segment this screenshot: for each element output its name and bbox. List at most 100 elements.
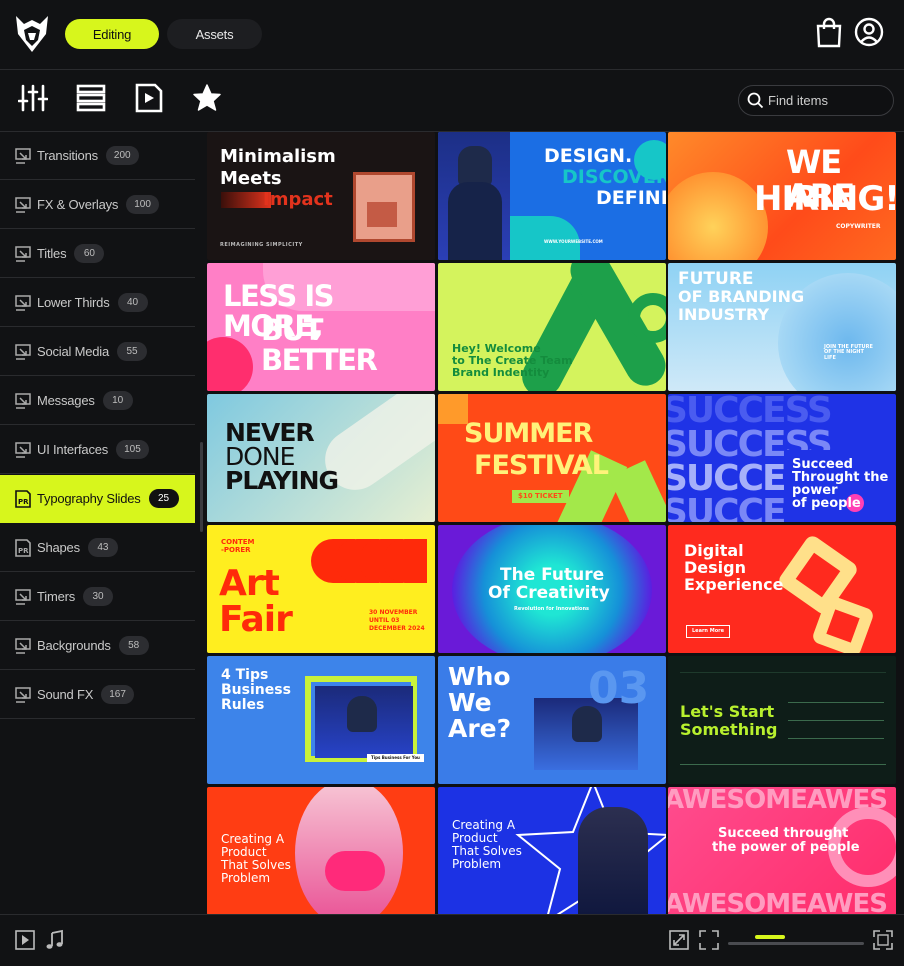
card-title-line: -PORER bbox=[221, 546, 251, 554]
count-badge: 60 bbox=[74, 244, 105, 263]
template-card-future-creativity[interactable]: The Future Of Creativity Revolution for … bbox=[438, 525, 666, 653]
star-icon[interactable] bbox=[192, 83, 222, 113]
card-title-line: Something bbox=[680, 720, 778, 739]
count-badge: 55 bbox=[117, 342, 148, 361]
template-card-who-we-are[interactable]: 03 Who We Are? bbox=[438, 656, 666, 784]
template-card-lets-start[interactable]: Let's Start Something bbox=[668, 656, 896, 784]
template-card-creating-product-blue[interactable]: Creating A Product That Solves Problem bbox=[438, 787, 666, 914]
template-card-design-discover[interactable]: DESIGN. DISCOVER. DEFINE. WWW.YOURWEBSIT… bbox=[438, 132, 666, 260]
card-subtitle: Learn More bbox=[686, 625, 730, 639]
count-badge: 10 bbox=[102, 391, 133, 410]
card-title-line: BUT BETTER bbox=[261, 313, 378, 378]
sidebar-item-social-media[interactable]: Social Media 55 bbox=[0, 328, 195, 376]
play-document-icon[interactable] bbox=[134, 83, 164, 113]
category-icon bbox=[15, 245, 31, 262]
card-title-line: INDUSTRY bbox=[678, 305, 770, 324]
template-card-minimalism[interactable]: Minimalism Meets Impact REIMAGINING SIMP… bbox=[207, 132, 435, 260]
card-title-line: OF BRANDING bbox=[678, 287, 805, 306]
template-card-awesome[interactable]: AWESOMEAWES AWESOMEAWES Succeed throught… bbox=[668, 787, 896, 914]
card-title-line: DESIGN. bbox=[544, 145, 633, 167]
card-bg-number: 03 bbox=[588, 663, 650, 714]
sidebar-item-sound-fx[interactable]: Sound FX 167 bbox=[0, 671, 195, 719]
music-note-icon[interactable] bbox=[44, 929, 66, 951]
sidebar-item-titles[interactable]: Titles 60 bbox=[0, 230, 195, 278]
card-title-line: Let's Start bbox=[680, 702, 775, 721]
template-card-creating-product-orange[interactable]: Creating A Product That Solves Problem bbox=[207, 787, 435, 914]
count-badge: 167 bbox=[101, 685, 134, 704]
card-title-line: That Solves bbox=[452, 844, 522, 858]
count-badge: 25 bbox=[148, 489, 179, 508]
shopping-bag-icon[interactable] bbox=[814, 16, 844, 48]
category-icon bbox=[15, 392, 31, 409]
category-icon bbox=[15, 294, 31, 311]
sidebar-item-fx-overlays[interactable]: FX & Overlays 100 bbox=[0, 181, 195, 229]
template-card-branding[interactable]: FUTURE OF BRANDING INDUSTRY JOIN THE FUT… bbox=[668, 263, 896, 391]
template-card-never-done[interactable]: NEVER DONE PLAYING bbox=[207, 394, 435, 522]
card-title-line: DEFINE. bbox=[596, 187, 666, 209]
tab-assets[interactable]: Assets bbox=[167, 19, 262, 49]
category-icon: PR bbox=[15, 538, 31, 557]
card-subtitle: 30 NOVEMBER UNTIL 03 DECEMBER 2024 bbox=[369, 609, 425, 632]
search-icon bbox=[747, 92, 764, 109]
template-card-digital-design[interactable]: Digital Design Experience Learn More bbox=[668, 525, 896, 653]
card-title-line: the power of people bbox=[712, 840, 860, 855]
template-card-4-tips[interactable]: 4 Tips Business Rules Tips Business For … bbox=[207, 656, 435, 784]
svg-text:PR: PR bbox=[18, 547, 29, 555]
sidebar-item-ui-interfaces[interactable]: UI Interfaces 105 bbox=[0, 426, 195, 474]
template-card-art-fair[interactable]: CONTEM -PORER Art Fair 30 NOVEMBER UNTIL… bbox=[207, 525, 435, 653]
card-title-line: of people bbox=[792, 496, 861, 511]
sidebar-item-lower-thirds[interactable]: Lower Thirds 40 bbox=[0, 279, 195, 327]
crop-frame-icon[interactable] bbox=[698, 929, 720, 951]
zoom-slider-track[interactable] bbox=[728, 942, 864, 945]
sidebar-item-label: FX & Overlays bbox=[37, 197, 119, 212]
template-card-welcome[interactable]: Hey! Welcome to The Create Team Brand In… bbox=[438, 263, 666, 391]
layout-list-icon[interactable] bbox=[76, 83, 106, 113]
category-icon bbox=[15, 343, 31, 360]
category-icon bbox=[15, 196, 31, 213]
play-icon[interactable] bbox=[14, 929, 36, 951]
search-input[interactable] bbox=[768, 93, 888, 108]
card-title-line: That Solves bbox=[221, 858, 291, 872]
card-title-line: FESTIVAL bbox=[474, 450, 609, 481]
sidebar-item-timers[interactable]: Timers 30 bbox=[0, 573, 195, 621]
card-title-line: Minimalism bbox=[220, 146, 336, 167]
category-icon bbox=[15, 686, 31, 703]
card-title-line: Impact bbox=[263, 189, 333, 210]
card-subtitle: COPYWRITER bbox=[836, 223, 881, 230]
card-title-line: Business bbox=[221, 682, 291, 698]
search-box[interactable] bbox=[738, 85, 894, 116]
sidebar-item-shapes[interactable]: PR Shapes 43 bbox=[0, 524, 195, 572]
sidebar-item-label: Titles bbox=[37, 246, 67, 261]
category-icon bbox=[15, 637, 31, 654]
sidebar-item-label: Transitions bbox=[37, 148, 98, 163]
sidebar-item-transitions[interactable]: Transitions 200 bbox=[0, 132, 195, 180]
card-title-line: PLAYING bbox=[225, 466, 339, 495]
sliders-icon[interactable] bbox=[18, 83, 48, 113]
sidebar-item-label: Sound FX bbox=[37, 687, 94, 702]
card-title-line: Succeed throught bbox=[718, 826, 849, 841]
sidebar-item-label: Messages bbox=[37, 393, 95, 408]
template-card-less-is-more[interactable]: LESS IS MORE, BUT BETTER bbox=[207, 263, 435, 391]
card-subtitle: WWW.YOURWEBSITE.COM bbox=[544, 239, 603, 244]
card-bg-word: AWESOMEAWES bbox=[668, 889, 888, 914]
count-badge: 200 bbox=[105, 146, 139, 165]
sidebar-item-typography-slides[interactable]: PR Typography Slides 25 bbox=[0, 475, 195, 523]
card-subtitle: Revolution for Innovations bbox=[514, 606, 589, 612]
user-profile-icon[interactable] bbox=[854, 16, 884, 48]
fit-screen-icon[interactable] bbox=[668, 929, 690, 951]
category-icon bbox=[15, 588, 31, 605]
count-badge: 40 bbox=[117, 293, 148, 312]
fullscreen-icon[interactable] bbox=[872, 929, 894, 951]
sidebar-item-messages[interactable]: Messages 10 bbox=[0, 377, 195, 425]
zoom-slider-thumb[interactable] bbox=[754, 935, 785, 939]
template-card-hiring[interactable]: WE ARE HIRING! COPYWRITER bbox=[668, 132, 896, 260]
toolbar bbox=[0, 70, 904, 132]
logo-icon[interactable] bbox=[14, 14, 50, 54]
tab-editing[interactable]: Editing bbox=[65, 19, 159, 49]
sidebar-scrollbar[interactable] bbox=[200, 442, 203, 532]
template-card-summer-festival[interactable]: SUMMER FESTIVAL $10 TICKET bbox=[438, 394, 666, 522]
card-title-line: SUMMER bbox=[464, 418, 593, 449]
card-subtitle: JOIN THE FUTURE OF THE NIGHT LIFE bbox=[824, 344, 873, 361]
template-card-success[interactable]: SUCCESS SUCCESS SUCCESS SUCCESS Succeed … bbox=[668, 394, 896, 522]
sidebar-item-backgrounds[interactable]: Backgrounds 58 bbox=[0, 622, 195, 670]
